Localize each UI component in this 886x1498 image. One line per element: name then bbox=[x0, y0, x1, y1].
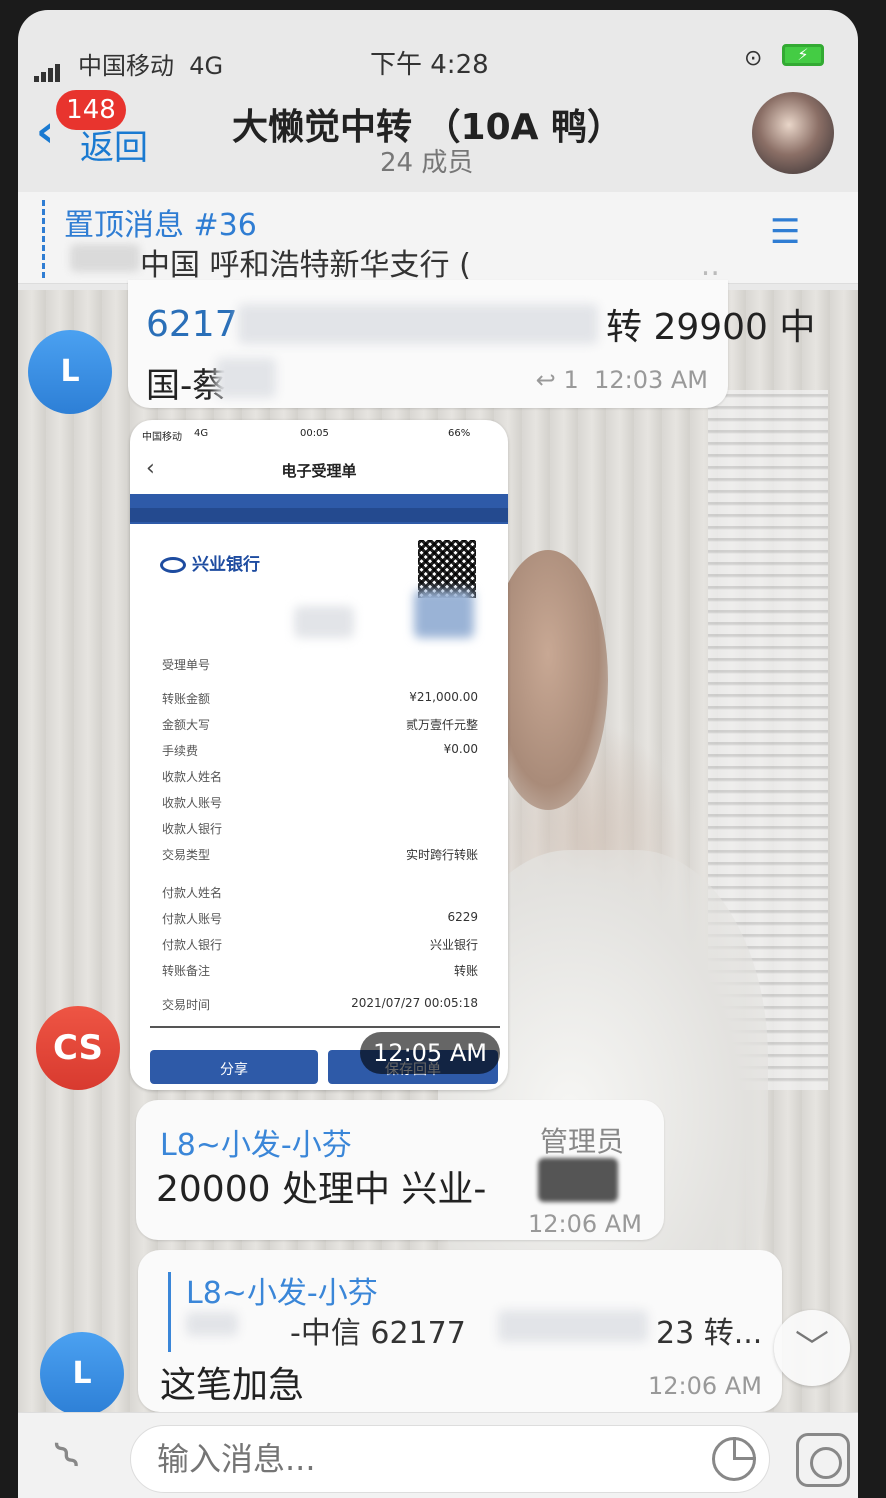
receipt-row-label: 受理单号 bbox=[162, 658, 211, 672]
receipt-row-label: 转账金额 bbox=[162, 692, 211, 706]
receipt-row-value: 6229 bbox=[447, 910, 478, 924]
share-button: 分享 bbox=[150, 1050, 318, 1084]
chevron-down-icon: ﹀ bbox=[795, 1328, 829, 1368]
avatar[interactable]: L bbox=[40, 1332, 124, 1416]
message-meta: ↩ 1 12:03 AM bbox=[535, 366, 708, 394]
receipt-row-label: 付款人账号 bbox=[162, 912, 223, 926]
message-text: 转 29900 中 bbox=[606, 307, 816, 348]
receipt-row-value: 实时跨行转账 bbox=[405, 848, 478, 862]
reply-indicator bbox=[168, 1272, 171, 1352]
receipt-row-value: 2021/07/27 00:05:18 bbox=[351, 996, 478, 1010]
pinned-text: 中国 呼和浩特新华支行 (.. bbox=[140, 248, 720, 283]
receipt-row-label: 交易类型 bbox=[162, 848, 211, 862]
receipt-row-label: 付款人银行 bbox=[162, 938, 223, 952]
message-time: 12:06 AM bbox=[648, 1372, 762, 1400]
unread-badge: 148 bbox=[56, 90, 126, 130]
carrier-label: 中国移动 4G bbox=[78, 52, 224, 80]
redacted-area bbox=[216, 358, 276, 398]
redacted-area bbox=[414, 590, 474, 638]
message-input[interactable] bbox=[130, 1425, 770, 1493]
status-time: 下午 4:28 bbox=[370, 50, 489, 80]
receipt-title: 电子受理单 bbox=[281, 462, 357, 480]
message-text: 这笔加急 bbox=[160, 1365, 305, 1406]
pinned-message-bar[interactable]: 置顶消息 #36 中国 呼和浩特新华支行 (.. ☰ bbox=[18, 192, 858, 284]
receipt-row-value: 兴业银行 bbox=[429, 938, 478, 952]
receipt-row-value: ¥21,000.00 bbox=[409, 690, 478, 704]
image-message[interactable]: 中国移动 4G 00:05 66% ‹ 电子受理单 兴业银行 受理单号 转账金额 ¥… bbox=[130, 420, 508, 1090]
camera-icon[interactable] bbox=[796, 1433, 850, 1487]
avatar[interactable]: CS bbox=[36, 1006, 120, 1090]
message-text: 国-蔡 bbox=[146, 366, 227, 406]
pinned-indicator bbox=[42, 200, 45, 278]
bank-logo-mark bbox=[160, 557, 186, 573]
signal-icon bbox=[34, 54, 62, 82]
status-bar: 中国移动 4G 下午 4:28 ⊙ ⚡ bbox=[18, 40, 858, 82]
receipt-row-label: 收款人银行 bbox=[162, 822, 223, 836]
receipt-row-label: 收款人账号 bbox=[162, 796, 223, 810]
receipt-row-value: 贰万壹仟元整 bbox=[405, 718, 478, 732]
avatar[interactable]: L bbox=[28, 330, 112, 414]
member-count: 24 成员 bbox=[380, 148, 474, 178]
input-bar: ⌇ bbox=[18, 1412, 858, 1498]
redacted-area bbox=[186, 1312, 238, 1336]
battery-icon: ⚡ bbox=[782, 44, 824, 66]
receipt-row-value: 转账 bbox=[453, 964, 478, 978]
message-text: 6217 bbox=[146, 304, 238, 345]
message-bubble[interactable]: 6217 转 29900 中 国-蔡 ↩ 1 12:03 AM bbox=[128, 280, 815, 408]
chevron-left-icon: ‹ bbox=[36, 106, 55, 157]
sender-name[interactable]: L8~小发-小芬 bbox=[160, 1120, 352, 1164]
scroll-down-button[interactable]: ﹀ bbox=[774, 1310, 850, 1386]
admin-badge: 管理员 bbox=[540, 1125, 625, 1158]
message-bubble[interactable]: L8~小发-小芬 -中信 62177 23 转... 这笔加急 12:06 AM bbox=[138, 1250, 782, 1412]
phone-screen: 中国移动 4G 下午 4:28 ⊙ ⚡ ‹ 返回 148 大懒觉中转 （10A … bbox=[18, 10, 858, 1498]
message-text: 20000 处理中 兴业- bbox=[156, 1169, 487, 1210]
redacted-area bbox=[70, 244, 140, 272]
paperclip-icon[interactable]: ⌇ bbox=[46, 1432, 91, 1480]
reply-sender[interactable]: L8~小发-小芬 bbox=[186, 1268, 378, 1312]
message-bubble[interactable]: L8~小发-小芬 管理员 20000 处理中 兴业- 12:06 AM bbox=[136, 1100, 664, 1240]
pin-list-icon[interactable]: ☰ bbox=[770, 212, 800, 252]
redacted-area bbox=[238, 304, 598, 344]
redacted-area bbox=[294, 606, 354, 638]
rotation-lock-icon: ⊙ bbox=[744, 46, 763, 71]
receipt-row-label: 金额大写 bbox=[162, 718, 211, 732]
group-avatar[interactable] bbox=[752, 92, 834, 174]
receipt-row-label: 交易时间 bbox=[162, 998, 211, 1012]
receipt-row-label: 收款人姓名 bbox=[162, 770, 223, 784]
message-time: 12:05 AM bbox=[360, 1032, 500, 1074]
reply-text: 23 转... bbox=[656, 1316, 763, 1351]
receipt-row-value: ¥0.00 bbox=[443, 742, 478, 756]
chat-header: ‹ 返回 148 大懒觉中转 （10A 鸭） 24 成员 bbox=[18, 82, 858, 192]
bank-receipt: 兴业银行 受理单号转账金额 ¥21,000.00 金额大写 贰万壹仟元整手续费 ¥0.0… bbox=[142, 530, 496, 1036]
reply-arrow-icon: ↩ bbox=[535, 366, 556, 394]
receipt-row-label: 付款人姓名 bbox=[162, 886, 223, 900]
reply-text: -中信 62177 bbox=[290, 1316, 466, 1351]
redacted-area bbox=[498, 1310, 648, 1342]
message-time: 12:06 AM bbox=[528, 1210, 642, 1238]
receipt-band-dark bbox=[130, 508, 508, 522]
redacted-area bbox=[538, 1158, 618, 1202]
receipt-row-label: 转账备注 bbox=[162, 964, 211, 978]
receipt-row-label: 手续费 bbox=[162, 744, 199, 758]
bank-logo: 兴业银行 bbox=[160, 550, 260, 575]
pinned-title: 置顶消息 #36 bbox=[64, 208, 257, 243]
sticker-icon[interactable] bbox=[712, 1437, 756, 1481]
